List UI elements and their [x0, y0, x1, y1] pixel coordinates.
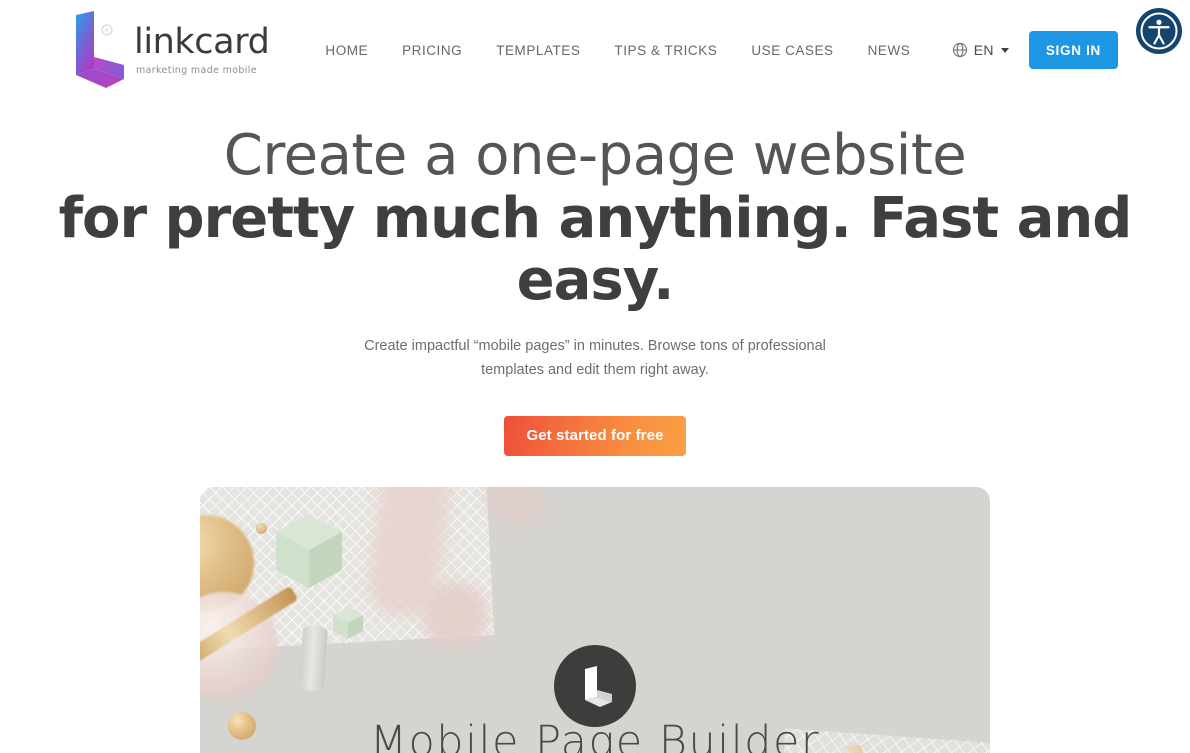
site-header: R linkcard marketing made mobile HOME PR… [0, 0, 1190, 100]
globe-icon [952, 42, 968, 58]
hero-section: Create a one-page website for pretty muc… [0, 100, 1190, 457]
language-code: EN [973, 42, 994, 58]
decorative-pink-sphere [422, 582, 488, 649]
brand-name: linkcard [134, 21, 270, 62]
linkcard-play-logo-icon [585, 666, 612, 708]
nav-item-home[interactable]: HOME [325, 43, 368, 58]
nav-item-templates[interactable]: TEMPLATES [496, 43, 580, 58]
decorative-mint-cube-large [268, 510, 350, 592]
hero-subtitle: Create impactful “mobile pages” in minut… [364, 338, 826, 378]
accessibility-button[interactable] [1136, 8, 1182, 54]
accessibility-icon [1140, 12, 1178, 50]
svg-text:R: R [105, 28, 109, 35]
decorative-mint-cube-small [330, 605, 366, 641]
cta-container: Get started for free [0, 416, 1190, 457]
get-started-button[interactable]: Get started for free [504, 416, 686, 457]
video-card-title: Mobile Page Builder [369, 717, 821, 753]
brand-logo-link[interactable]: R linkcard marketing made mobile [72, 9, 270, 91]
hero-title-line-2: for pretty much anything. Fast and easy. [58, 185, 1133, 314]
brand-tagline: marketing made mobile [136, 64, 257, 76]
nav-item-tips-tricks[interactable]: TIPS & TRICKS [614, 43, 717, 58]
header-actions: EN SIGN IN [952, 0, 1118, 100]
sign-in-button[interactable]: SIGN IN [1028, 31, 1118, 69]
hero-title-line-1: Create a one-page website [223, 123, 967, 188]
page-title: Create a one-page website for pretty muc… [0, 123, 1190, 314]
chevron-down-icon [1000, 47, 1009, 53]
play-video-button[interactable] [554, 645, 636, 728]
video-tour-card[interactable]: Mobile Page Builder - video tour - [200, 487, 990, 753]
nav-item-news[interactable]: NEWS [868, 43, 911, 58]
decorative-pink-sphere-small [486, 487, 544, 526]
language-selector[interactable]: EN [952, 42, 1009, 58]
main-navigation: HOME PRICING TEMPLATES TIPS & TRICKS USE… [325, 43, 910, 58]
nav-item-use-cases[interactable]: USE CASES [751, 43, 833, 58]
video-section: Mobile Page Builder - video tour - [0, 487, 1190, 753]
linkcard-l-logo-icon: R [72, 9, 128, 91]
nav-item-pricing[interactable]: PRICING [402, 43, 462, 58]
decorative-cylinder [298, 624, 329, 692]
